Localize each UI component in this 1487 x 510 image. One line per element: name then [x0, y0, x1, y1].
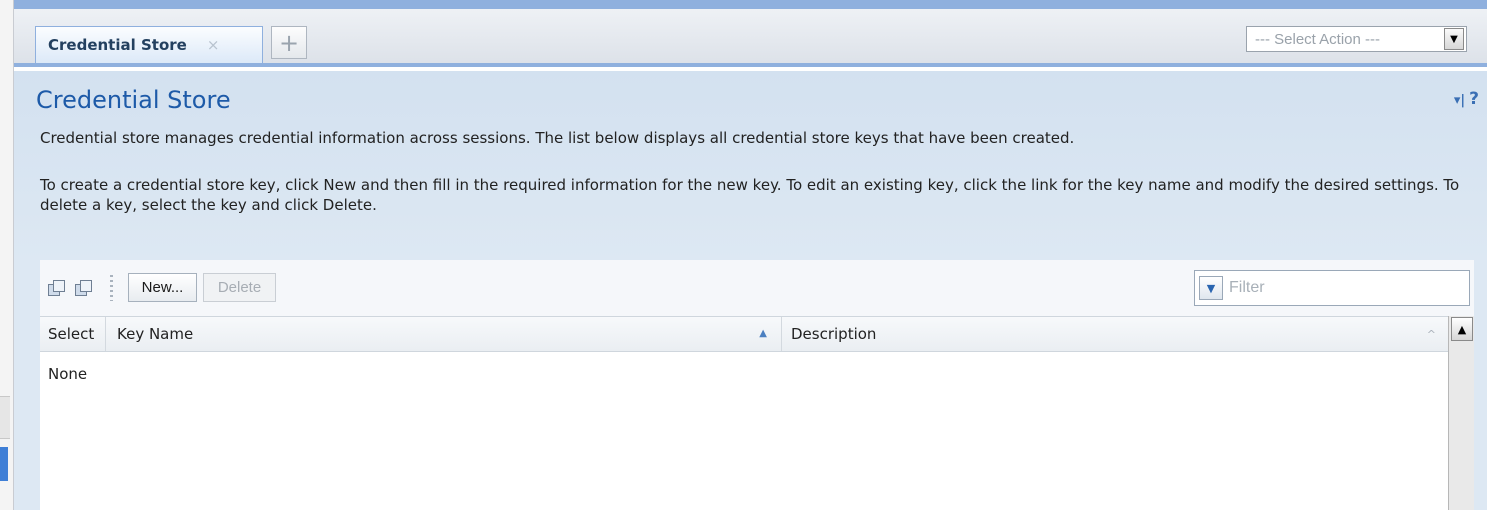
content-area: Credential Store ▾|? Credential store ma…	[14, 71, 1487, 510]
select-action-dropdown[interactable]: --- Select Action --- ▼	[1246, 26, 1467, 52]
description-text: Credential store manages credential info…	[40, 129, 1075, 147]
help-controls: ▾|?	[1454, 89, 1479, 109]
deselect-all-icon[interactable]	[75, 280, 93, 298]
pin-icon[interactable]: ▾|	[1454, 93, 1465, 108]
gutter-block	[0, 396, 10, 439]
column-header-label: Description	[791, 325, 877, 343]
tab-label: Credential Store	[48, 36, 187, 54]
table-header: Select Key Name ▲ Description ^	[40, 316, 1448, 352]
new-button[interactable]: New...	[128, 273, 197, 302]
plus-icon: +	[278, 28, 300, 57]
tab-bar: Credential Store × + --- Select Action -…	[14, 9, 1487, 67]
filter-field[interactable]: ▼ Filter	[1194, 270, 1470, 306]
sort-ascending-icon[interactable]: ▲	[759, 328, 767, 339]
filter-input[interactable]: Filter	[1229, 279, 1265, 297]
gutter-selection-marker	[0, 447, 8, 481]
help-icon[interactable]: ?	[1469, 89, 1479, 109]
close-icon[interactable]: ×	[207, 36, 220, 54]
column-header-select[interactable]: Select	[40, 317, 106, 351]
filter-menu-icon[interactable]: ▼	[1199, 276, 1223, 300]
left-gutter	[0, 0, 14, 510]
column-header-description[interactable]: Description ^	[783, 317, 1448, 351]
toolbar-separator	[110, 275, 113, 301]
tab-credential-store[interactable]: Credential Store ×	[35, 26, 263, 63]
scroll-up-icon[interactable]: ▲	[1451, 317, 1473, 341]
instruction-text: To create a credential store key, click …	[40, 176, 1460, 214]
top-strip	[0, 0, 1487, 9]
credential-key-table-panel: New... Delete ▼ Filter Select Key Name ▲…	[40, 260, 1474, 510]
page-title: Credential Store	[36, 86, 231, 114]
column-header-label: Key Name	[117, 325, 194, 343]
vertical-scrollbar[interactable]: ▲	[1448, 316, 1474, 510]
delete-button[interactable]: Delete	[203, 273, 276, 302]
select-action-value: --- Select Action ---	[1255, 30, 1381, 48]
table-toolbar: New... Delete ▼ Filter	[40, 260, 1474, 316]
add-tab-button[interactable]: +	[271, 26, 307, 59]
column-header-key-name[interactable]: Key Name ▲	[107, 317, 782, 351]
dropdown-arrow-icon[interactable]: ▼	[1444, 28, 1464, 50]
empty-table-message: None	[48, 365, 88, 383]
sort-indicator-icon[interactable]: ^	[1427, 328, 1436, 341]
select-all-icon[interactable]	[48, 280, 66, 298]
